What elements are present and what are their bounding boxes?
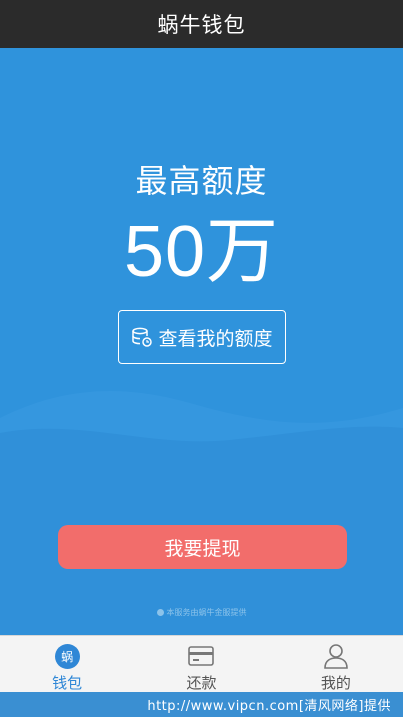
tab-wallet-label: 钱包 <box>52 674 83 692</box>
quota-amount: 50万 <box>123 212 280 292</box>
watermark-bar: http://www.vipcn.com[清风网络]提供 <box>0 692 403 717</box>
tab-repay-label: 还款 <box>186 674 217 692</box>
app-screen: 蜗牛钱包 最高额度 50万 查看我的额度 我要提现 本服务由蜗牛金服提供 蜗 钱… <box>0 0 403 717</box>
bottom-tab-bar: 蜗 钱包 还款 我的 <box>0 635 403 693</box>
quota-label: 最高额度 <box>135 162 268 200</box>
database-icon <box>131 326 153 348</box>
footnote-text: 本服务由蜗牛金服提供 <box>166 608 247 617</box>
page-title: 蜗牛钱包 <box>157 13 246 37</box>
wave-background <box>0 391 403 635</box>
tab-mine[interactable]: 我的 <box>269 636 403 693</box>
card-icon <box>187 642 215 670</box>
tab-repay[interactable]: 还款 <box>134 636 268 693</box>
tab-mine-label: 我的 <box>320 674 351 692</box>
view-quota-label: 查看我的额度 <box>158 327 273 350</box>
snail-small-icon <box>156 609 164 616</box>
service-footnote: 本服务由蜗牛金服提供 <box>0 607 403 618</box>
hero-section: 最高额度 50万 查看我的额度 我要提现 本服务由蜗牛金服提供 <box>0 48 403 635</box>
snail-logo-icon: 蜗 <box>53 642 81 670</box>
tab-wallet[interactable]: 蜗 钱包 <box>0 636 134 693</box>
view-quota-button[interactable]: 查看我的额度 <box>118 310 286 364</box>
watermark-text: http://www.vipcn.com[清风网络]提供 <box>147 699 391 714</box>
user-icon <box>322 642 350 670</box>
title-bar: 蜗牛钱包 <box>0 0 403 48</box>
withdraw-button[interactable]: 我要提现 <box>58 525 347 569</box>
